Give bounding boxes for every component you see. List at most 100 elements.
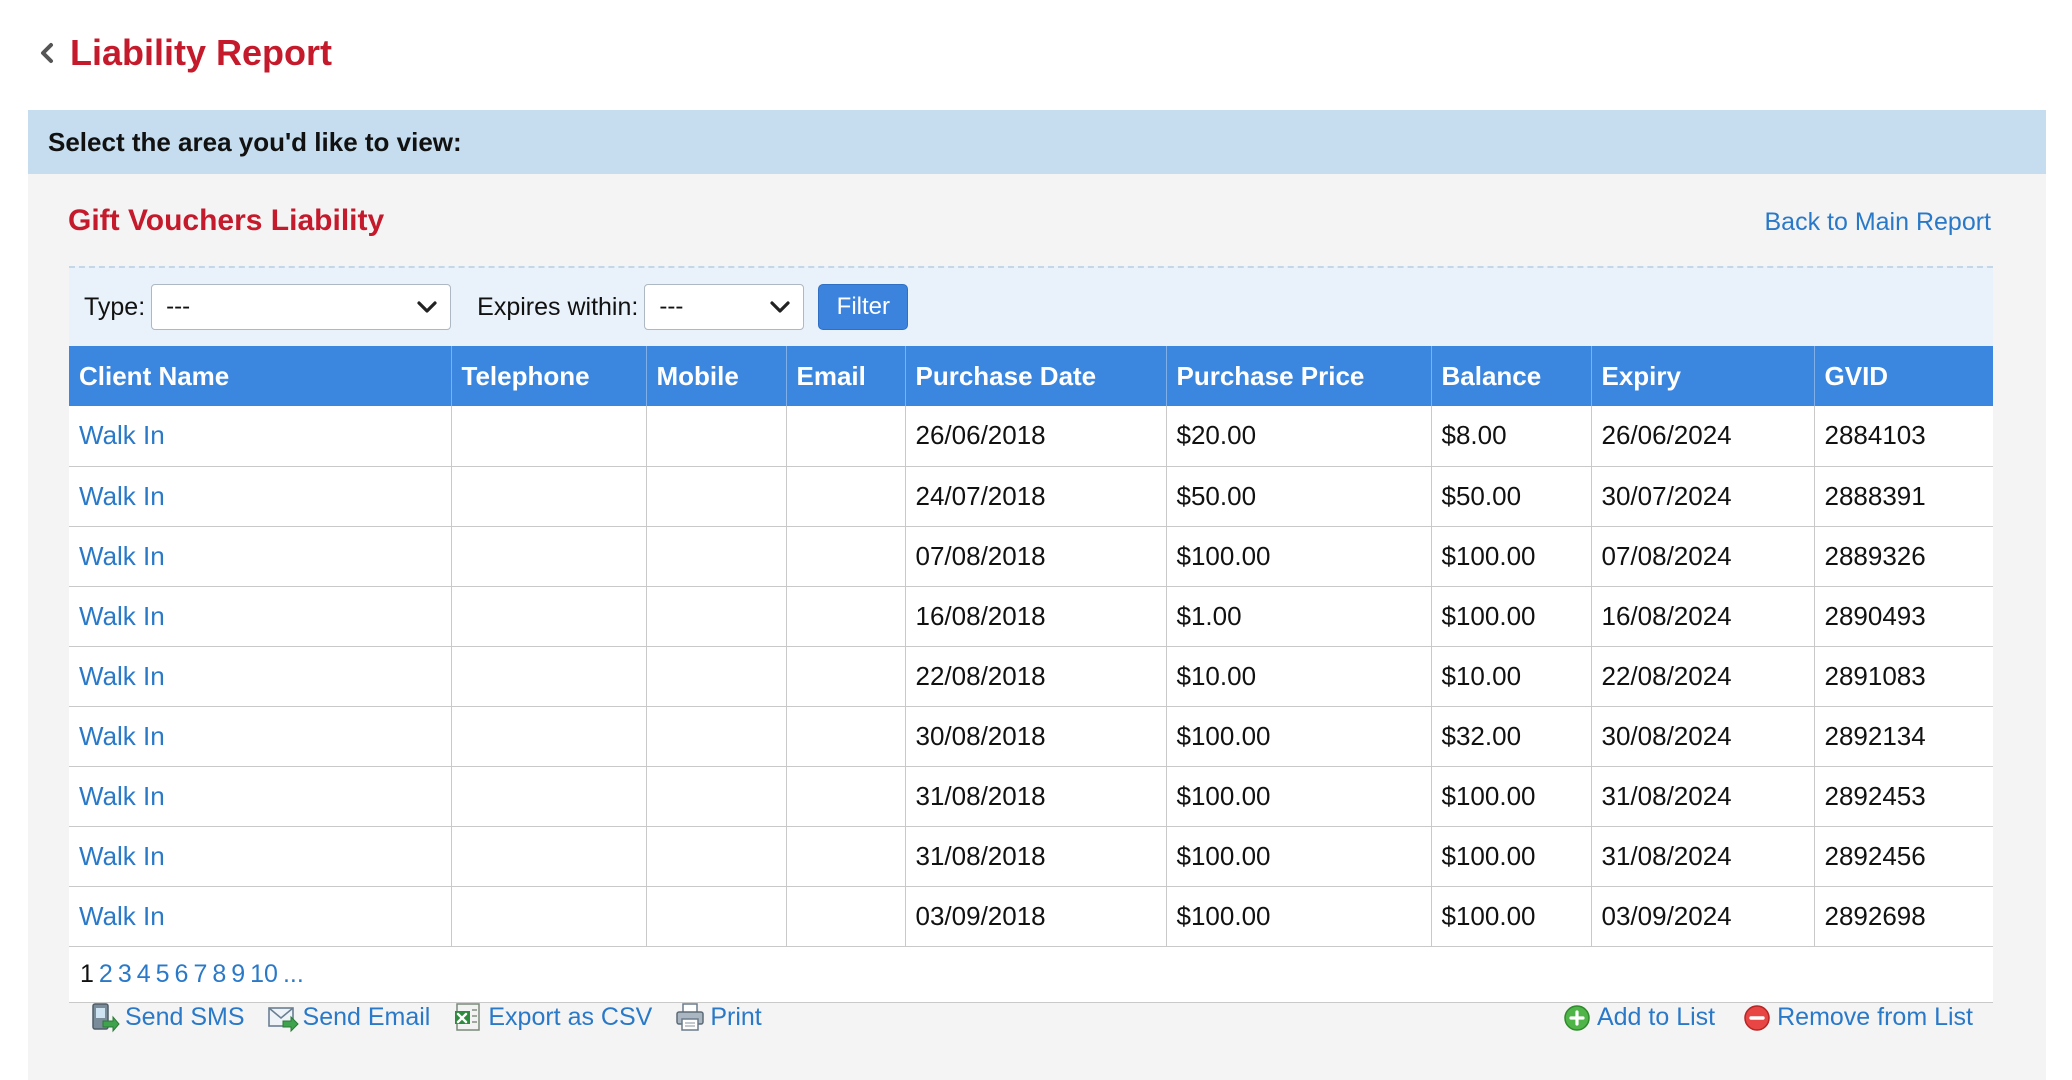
cell-expiry: 30/08/2024 bbox=[1591, 706, 1815, 767]
cell-expiry: 31/08/2024 bbox=[1591, 826, 1815, 887]
page-title: Liability Report bbox=[70, 32, 333, 73]
cell-purchase-price: $100.00 bbox=[1166, 766, 1432, 827]
client-name-link[interactable]: Walk In bbox=[79, 601, 165, 631]
expires-within-label: Expires within: bbox=[477, 292, 639, 321]
cell-email bbox=[786, 826, 906, 887]
cell-mobile bbox=[646, 406, 787, 467]
cell-client-name: Walk In bbox=[69, 586, 452, 647]
export-csv-icon bbox=[455, 1003, 481, 1031]
filter-bar: Type: --- Expires within: --- Filter bbox=[69, 266, 1993, 346]
cell-purchase-date: 31/08/2018 bbox=[905, 766, 1167, 827]
cell-email bbox=[786, 646, 906, 707]
cell-telephone bbox=[451, 586, 647, 647]
cell-purchase-price: $100.00 bbox=[1166, 826, 1432, 887]
cell-balance: $100.00 bbox=[1431, 886, 1592, 947]
filter-button[interactable]: Filter bbox=[818, 284, 909, 330]
cell-balance: $100.00 bbox=[1431, 526, 1592, 587]
footer-actions-left: Send SMS Send Email Export as CSV Print bbox=[89, 1001, 762, 1033]
cell-purchase-date: 07/08/2018 bbox=[905, 526, 1167, 587]
cell-purchase-date: 30/08/2018 bbox=[905, 706, 1167, 767]
chevron-left-icon[interactable] bbox=[36, 38, 58, 68]
cell-email bbox=[786, 886, 906, 947]
cell-client-name: Walk In bbox=[69, 766, 452, 827]
client-name-link[interactable]: Walk In bbox=[79, 541, 165, 571]
cell-email bbox=[786, 766, 906, 827]
type-select-value: --- bbox=[166, 293, 191, 320]
table-row: Walk In 03/09/2018 $100.00 $100.00 03/09/202… bbox=[69, 886, 1993, 947]
column-header-gvid[interactable]: GVID bbox=[1814, 346, 1993, 406]
table-row: Walk In 26/06/2018 $20.00 $8.00 26/06/2024 28… bbox=[69, 406, 1993, 467]
column-header-balance[interactable]: Balance bbox=[1431, 346, 1592, 406]
cell-client-name: Walk In bbox=[69, 706, 452, 767]
client-name-link[interactable]: Walk In bbox=[79, 781, 165, 811]
cell-balance: $100.00 bbox=[1431, 586, 1592, 647]
add-to-list-button[interactable]: Add to List bbox=[1561, 1001, 1715, 1033]
cell-mobile bbox=[646, 766, 787, 827]
column-header-client-name[interactable]: Client Name bbox=[69, 346, 452, 406]
cell-email bbox=[786, 406, 906, 467]
column-header-purchase-date[interactable]: Purchase Date bbox=[905, 346, 1167, 406]
action-footer: Send SMS Send Email Export as CSV Print … bbox=[69, 984, 1993, 1050]
cell-gvid: 2884103 bbox=[1814, 406, 1993, 467]
area-select-label: Select the area you'd like to view: bbox=[48, 126, 462, 157]
cell-purchase-price: $10.00 bbox=[1166, 646, 1432, 707]
client-name-link[interactable]: Walk In bbox=[79, 661, 165, 691]
client-name-link[interactable]: Walk In bbox=[79, 901, 165, 931]
cell-purchase-date: 03/09/2018 bbox=[905, 886, 1167, 947]
type-select[interactable]: --- bbox=[151, 284, 452, 330]
table-body: Walk In 26/06/2018 $20.00 $8.00 26/06/2024 28… bbox=[69, 406, 1993, 947]
table-row: Walk In 07/08/2018 $100.00 $100.00 07/08/202… bbox=[69, 526, 1993, 587]
cell-email bbox=[786, 466, 906, 527]
export-csv-button[interactable]: Export as CSV bbox=[452, 1001, 652, 1033]
cell-gvid: 2892134 bbox=[1814, 706, 1993, 767]
table-row: Walk In 31/08/2018 $100.00 $100.00 31/08/202… bbox=[69, 766, 1993, 827]
column-header-purchase-price[interactable]: Purchase Price bbox=[1166, 346, 1432, 406]
send-sms-button[interactable]: Send SMS bbox=[89, 1001, 245, 1033]
back-to-main-report-link[interactable]: Back to Main Report bbox=[1765, 208, 1992, 237]
cell-purchase-price: $1.00 bbox=[1166, 586, 1432, 647]
cell-telephone bbox=[451, 646, 647, 707]
print-button[interactable]: Print bbox=[674, 1001, 762, 1033]
cell-client-name: Walk In bbox=[69, 406, 452, 467]
cell-expiry: 16/08/2024 bbox=[1591, 586, 1815, 647]
liability-table-wrap: Client Name Telephone Mobile Email Purch… bbox=[69, 346, 1993, 1003]
client-name-link[interactable]: Walk In bbox=[79, 841, 165, 871]
report-panel: Gift Vouchers Liability Back to Main Rep… bbox=[28, 174, 2046, 1080]
column-header-telephone[interactable]: Telephone bbox=[451, 346, 647, 406]
cell-telephone bbox=[451, 886, 647, 947]
chevron-down-icon bbox=[770, 301, 790, 313]
footer-actions-right: Add to List Remove from List bbox=[1561, 1001, 1973, 1033]
printer-icon bbox=[676, 1003, 705, 1031]
cell-balance: $8.00 bbox=[1431, 406, 1592, 467]
column-header-expiry[interactable]: Expiry bbox=[1591, 346, 1815, 406]
cell-gvid: 2892453 bbox=[1814, 766, 1993, 827]
cell-gvid: 2888391 bbox=[1814, 466, 1993, 527]
column-header-mobile[interactable]: Mobile bbox=[646, 346, 787, 406]
section-title: Gift Vouchers Liability bbox=[68, 204, 385, 237]
table-header-row: Client Name Telephone Mobile Email Purch… bbox=[69, 346, 1993, 406]
cell-balance: $100.00 bbox=[1431, 766, 1592, 827]
cell-client-name: Walk In bbox=[69, 526, 452, 587]
cell-expiry: 30/07/2024 bbox=[1591, 466, 1815, 527]
client-name-link[interactable]: Walk In bbox=[79, 420, 165, 450]
cell-gvid: 2891083 bbox=[1814, 646, 1993, 707]
area-select-bar: Select the area you'd like to view: bbox=[28, 110, 2046, 174]
cell-gvid: 2892456 bbox=[1814, 826, 1993, 887]
client-name-link[interactable]: Walk In bbox=[79, 721, 165, 751]
cell-client-name: Walk In bbox=[69, 886, 452, 947]
cell-expiry: 22/08/2024 bbox=[1591, 646, 1815, 707]
client-name-link[interactable]: Walk In bbox=[79, 481, 165, 511]
cell-client-name: Walk In bbox=[69, 826, 452, 887]
expires-within-select[interactable]: --- bbox=[644, 284, 805, 330]
send-email-button[interactable]: Send Email bbox=[267, 1001, 431, 1033]
cell-telephone bbox=[451, 766, 647, 827]
cell-telephone bbox=[451, 826, 647, 887]
cell-balance: $10.00 bbox=[1431, 646, 1592, 707]
table-row: Walk In 16/08/2018 $1.00 $100.00 16/08/2024 2… bbox=[69, 586, 1993, 647]
remove-from-list-button[interactable]: Remove from List bbox=[1741, 1001, 1973, 1033]
send-email-icon bbox=[267, 1007, 299, 1033]
column-header-email[interactable]: Email bbox=[786, 346, 906, 406]
cell-client-name: Walk In bbox=[69, 466, 452, 527]
send-email-label: Send Email bbox=[302, 1002, 431, 1031]
cell-expiry: 31/08/2024 bbox=[1591, 766, 1815, 827]
